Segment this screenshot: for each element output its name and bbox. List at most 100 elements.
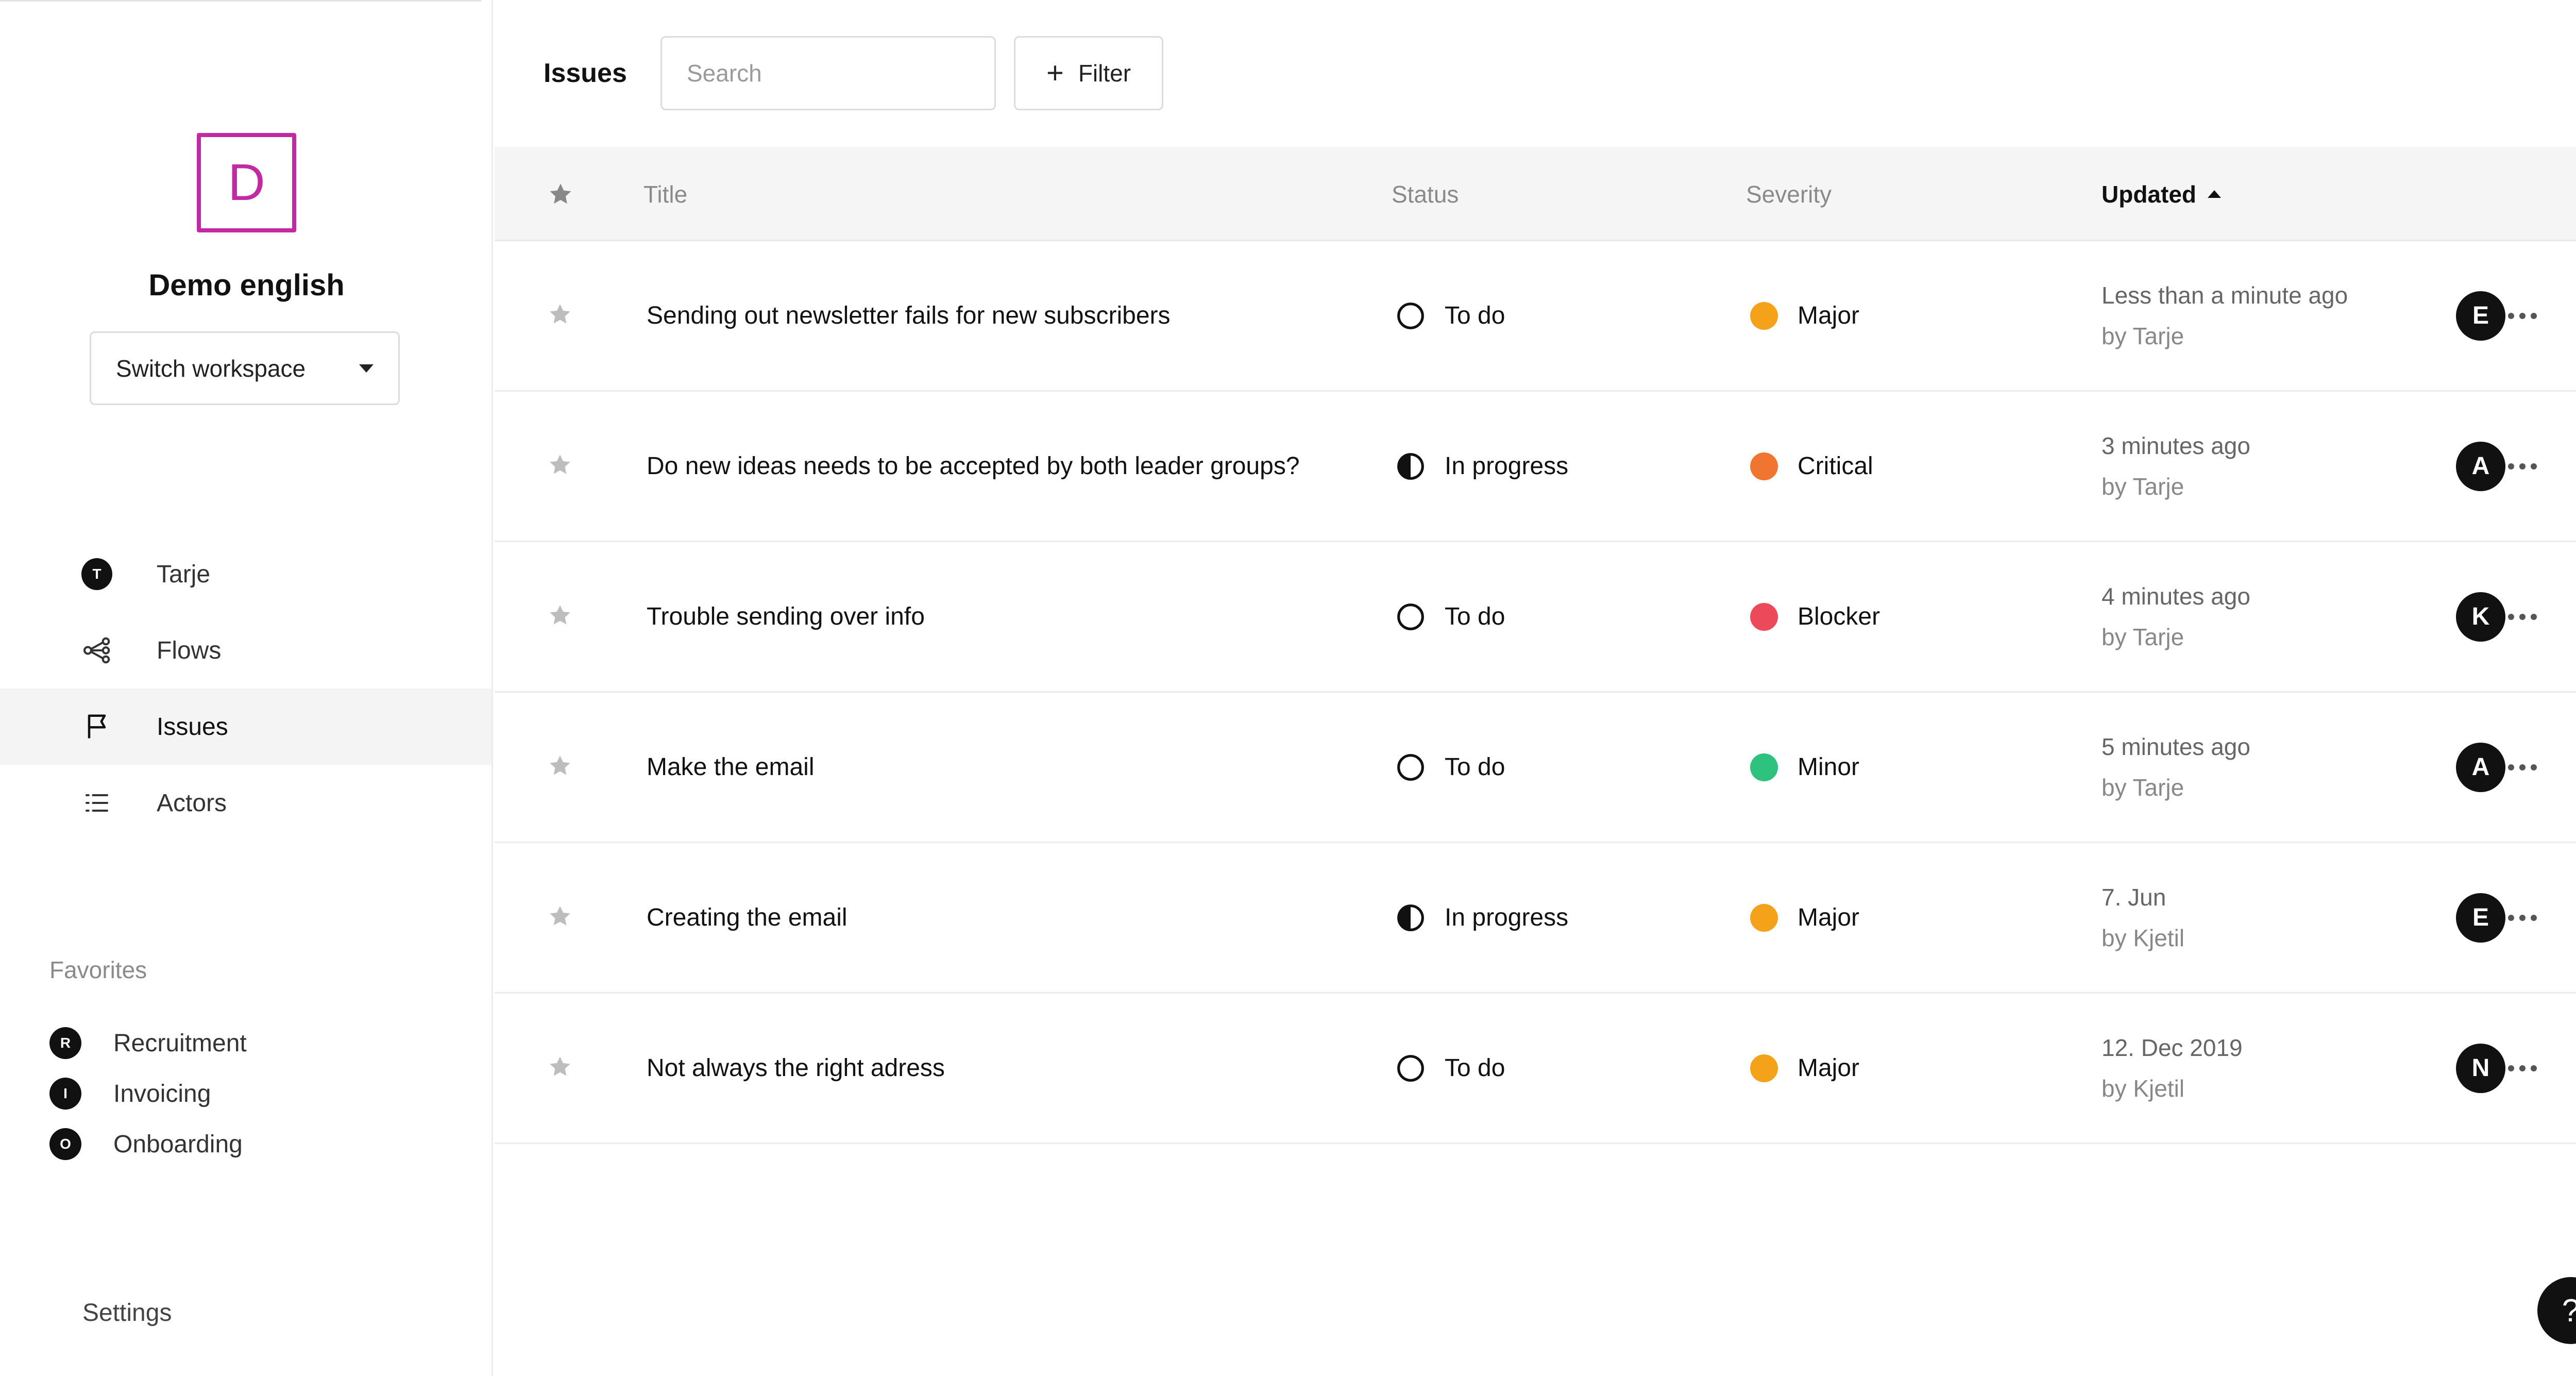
assignee-avatar[interactable]: E [2456, 843, 2505, 992]
favorite-toggle[interactable] [547, 392, 573, 541]
favorite-toggle[interactable] [547, 542, 573, 691]
todo-circle-icon [1396, 301, 1445, 330]
issue-status[interactable]: In progress [1396, 392, 1568, 541]
table-header: Title Status Severity Updated [495, 147, 2576, 241]
severity-dot-icon [1750, 903, 1778, 932]
row-actions-button[interactable] [2508, 994, 2537, 1143]
filter-button[interactable]: + Filter [1014, 36, 1163, 110]
list-icon [81, 787, 112, 818]
table-row[interactable]: Sending out newsletter fails for new sub… [495, 241, 2576, 392]
issue-title[interactable]: Not always the right adress [647, 994, 945, 1143]
issue-status[interactable]: To do [1396, 241, 1505, 390]
issue-severity-label: Major [1798, 1054, 1860, 1082]
issue-updated: 12. Dec 2019 by Kjetil [2102, 994, 2243, 1143]
issue-title[interactable]: Creating the email [647, 843, 848, 992]
row-actions-button[interactable] [2508, 241, 2537, 390]
issue-status-label: In progress [1445, 904, 1569, 931]
issue-severity[interactable]: Blocker [1750, 542, 1880, 691]
sidebar-item-tarje[interactable]: T Tarje [0, 536, 492, 612]
issue-severity-label: Critical [1798, 452, 1873, 480]
sort-ascending-icon [2208, 190, 2221, 198]
table-row[interactable]: Trouble sending over info To do Blocker 4 m… [495, 542, 2576, 693]
table-row[interactable]: Make the email To do Minor 5 minutes ago by … [495, 693, 2576, 843]
issues-table-body: Sending out newsletter fails for new sub… [495, 241, 2576, 1144]
issue-status[interactable]: In progress [1396, 843, 1568, 992]
updated-time: 12. Dec 2019 [2102, 1034, 2243, 1062]
table-row[interactable]: Creating the email In progress Major 7. Jun… [495, 843, 2576, 994]
avatar: E [2456, 893, 2505, 943]
half-circle-icon [1396, 452, 1445, 481]
column-header-status[interactable]: Status [1392, 147, 1459, 241]
favorite-item-label: Onboarding [113, 1130, 243, 1158]
settings-link[interactable]: Settings [82, 1299, 172, 1327]
issue-severity[interactable]: Minor [1750, 693, 1859, 842]
column-header-updated[interactable]: Updated [2102, 147, 2221, 241]
row-actions-button[interactable] [2508, 542, 2537, 691]
sidebar-item-label: Flows [157, 636, 222, 664]
issue-severity[interactable]: Critical [1750, 392, 1873, 541]
issue-updated: 4 minutes ago by Tarje [2102, 542, 2250, 691]
table-row[interactable]: Do new ideas needs to be accepted by bot… [495, 392, 2576, 542]
issue-severity-label: Minor [1798, 753, 1860, 781]
avatar: E [2456, 291, 2505, 341]
issue-severity[interactable]: Major [1750, 994, 1859, 1143]
sidebar-item-issues[interactable]: Issues [0, 689, 492, 765]
row-actions-button[interactable] [2508, 392, 2537, 541]
favorite-toggle[interactable] [547, 994, 573, 1143]
more-horizontal-icon [2508, 764, 2537, 770]
assignee-avatar[interactable]: E [2456, 241, 2505, 390]
sidebar-item-label: Tarje [157, 560, 211, 588]
row-actions-button[interactable] [2508, 843, 2537, 992]
favorite-toggle[interactable] [547, 693, 573, 842]
filter-button-label: Filter [1078, 60, 1131, 87]
issue-title[interactable]: Do new ideas needs to be accepted by bot… [647, 392, 1300, 541]
assignee-avatar[interactable]: A [2456, 693, 2505, 842]
issue-title[interactable]: Trouble sending over info [647, 542, 925, 691]
avatar: O [49, 1128, 81, 1160]
favorite-toggle[interactable] [547, 241, 573, 390]
issue-status[interactable]: To do [1396, 542, 1505, 691]
column-header-severity[interactable]: Severity [1746, 147, 1832, 241]
star-icon [547, 753, 573, 781]
search-input[interactable] [660, 36, 996, 110]
issue-updated: Less than a minute ago by Tarje [2102, 241, 2348, 390]
issue-title[interactable]: Make the email [647, 693, 814, 842]
table-row[interactable]: Not always the right adress To do Major 12.… [495, 994, 2576, 1144]
severity-dot-icon [1750, 301, 1778, 330]
avatar: N [2456, 1043, 2505, 1093]
updated-by: by Tarje [2102, 322, 2184, 349]
issue-status-label: To do [1445, 603, 1505, 630]
issue-severity[interactable]: Major [1750, 241, 1859, 390]
column-header-title[interactable]: Title [643, 147, 687, 241]
favorite-item-onboarding[interactable]: O Onboarding [49, 1107, 247, 1181]
workspace-name: Demo english [148, 269, 345, 302]
more-horizontal-icon [2508, 914, 2537, 921]
issue-updated: 7. Jun by Kjetil [2102, 843, 2184, 992]
assignee-avatar[interactable]: N [2456, 994, 2505, 1143]
issue-status[interactable]: To do [1396, 693, 1505, 842]
assignee-avatar[interactable]: K [2456, 542, 2505, 691]
favorite-toggle[interactable] [547, 843, 573, 992]
favorites-list: R Recruitment I Invoicing O Onboarding [49, 1006, 247, 1181]
main-content: Issues + Filter Title Status Severity Up… [495, 0, 2576, 1376]
favorite-item-label: Recruitment [113, 1029, 247, 1057]
half-circle-icon [1396, 903, 1445, 932]
flag-icon [81, 711, 112, 742]
favorite-column-header[interactable] [547, 147, 574, 241]
switch-workspace-dropdown[interactable]: Switch workspace [90, 331, 400, 405]
updated-time: 3 minutes ago [2102, 432, 2250, 460]
user-avatar-icon: T [81, 558, 112, 590]
updated-time: 4 minutes ago [2102, 583, 2250, 610]
assignee-avatar[interactable]: A [2456, 392, 2505, 541]
issue-status[interactable]: To do [1396, 994, 1505, 1143]
sidebar-item-actors[interactable]: Actors [0, 765, 492, 841]
star-icon [550, 183, 571, 204]
avatar: A [2456, 742, 2505, 792]
issue-severity[interactable]: Major [1750, 843, 1859, 992]
issue-title[interactable]: Sending out newsletter fails for new sub… [647, 241, 1171, 390]
star-icon [547, 602, 573, 631]
todo-circle-icon [1396, 1054, 1445, 1083]
row-actions-button[interactable] [2508, 693, 2537, 842]
workspace-logo[interactable]: D [197, 133, 296, 232]
sidebar-item-flows[interactable]: Flows [0, 612, 492, 689]
